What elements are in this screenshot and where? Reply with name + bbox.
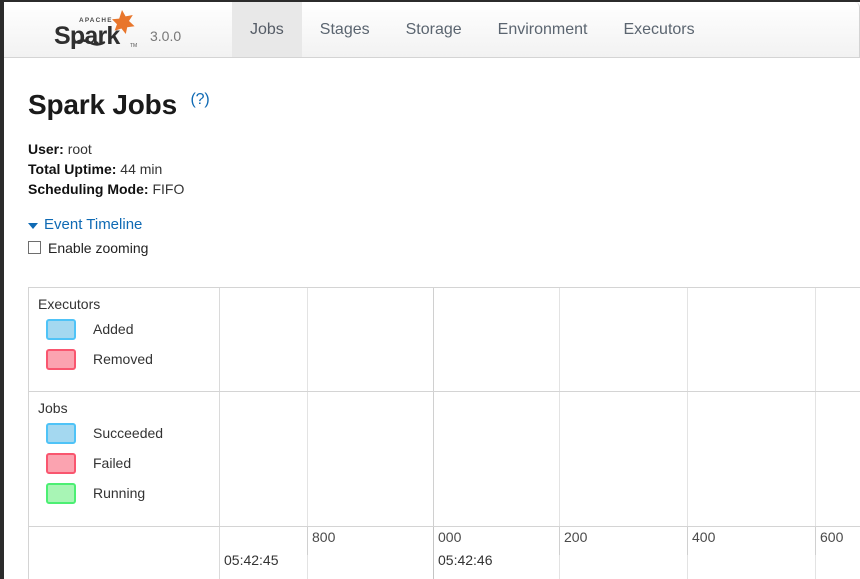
summary-key: User: <box>28 140 64 157</box>
tab-executors[interactable]: Executors <box>605 2 712 57</box>
event-timeline-toggle-label: Event Timeline <box>44 215 143 233</box>
spark-logo-icon[interactable]: APACHE Spark TM <box>46 8 141 52</box>
summary-value: FIFO <box>152 180 185 197</box>
summary-value: 44 min <box>120 160 163 177</box>
page-title-text: Spark Jobs <box>28 89 177 120</box>
tab-environment[interactable]: Environment <box>480 2 606 57</box>
legend-group-title: Executors <box>38 296 101 312</box>
nav-tabs: Jobs Stages Storage Environment Executor… <box>232 2 713 57</box>
event-timeline-toggle[interactable]: Event Timeline <box>28 216 836 234</box>
swatch-removed-icon <box>46 348 76 370</box>
axis-minor-label: 800 <box>312 529 336 545</box>
job-summary: User: root Total Uptime: 44 min Scheduli… <box>28 139 836 199</box>
enable-zooming-row[interactable]: Enable zooming <box>28 239 836 257</box>
main-content: Spark Jobs (?) User: root Total Uptime: … <box>4 58 860 257</box>
tab-stages[interactable]: Stages <box>302 2 388 57</box>
enable-zooming-label: Enable zooming <box>48 239 149 256</box>
legend-item-added: Added <box>35 314 219 344</box>
summary-key: Total Uptime: <box>28 160 117 177</box>
axis-major-label: 05:42:46 <box>438 552 493 568</box>
swatch-added-icon <box>46 318 76 340</box>
swatch-failed-icon <box>46 452 76 474</box>
legend-item-removed: Removed <box>35 344 219 374</box>
event-timeline[interactable]: Executors Added Removed Jobs Succeeded F… <box>28 287 860 579</box>
legend-item-label: Running <box>93 485 146 501</box>
svg-text:Spark: Spark <box>54 22 120 50</box>
navbar: APACHE Spark TM 3.0.0 Jobs Stages Storag… <box>4 2 860 58</box>
timeline-group-executors: Executors Added Removed <box>29 288 860 392</box>
legend-item-label: Added <box>93 321 134 337</box>
legend-item-failed: Failed <box>35 448 219 478</box>
swatch-succeeded-icon <box>46 422 76 444</box>
tab-jobs[interactable]: Jobs <box>232 2 302 57</box>
axis-minor-label: 600 <box>820 529 844 545</box>
tab-storage[interactable]: Storage <box>388 2 480 57</box>
enable-zooming-checkbox[interactable] <box>28 241 41 255</box>
page-title: Spark Jobs (?) <box>28 89 836 121</box>
legend-jobs: Jobs Succeeded Failed Running <box>35 392 219 508</box>
help-link[interactable]: (?) <box>191 91 210 108</box>
swatch-running-icon <box>46 482 76 504</box>
spark-version-label: 3.0.0 <box>150 27 182 44</box>
axis-minor-label: 400 <box>692 529 716 545</box>
axis-minor-label: 200 <box>564 529 588 545</box>
timeline-axis: 800 000 200 400 600 05:42:45 05:42:46 <box>29 527 860 579</box>
legend-item-label: Succeeded <box>93 425 164 441</box>
summary-value: root <box>67 140 92 157</box>
legend-item-label: Removed <box>93 351 153 367</box>
legend-group-title: Jobs <box>38 400 68 416</box>
summary-row-scheduling-mode: Scheduling Mode: FIFO <box>28 179 836 199</box>
summary-key: Scheduling Mode: <box>28 180 149 197</box>
browser-page: APACHE Spark TM 3.0.0 Jobs Stages Storag… <box>0 0 860 579</box>
axis-minor-label: 000 <box>438 529 462 545</box>
legend-item-running: Running <box>35 478 219 508</box>
axis-major-label: 05:42:45 <box>224 552 279 568</box>
legend-item-succeeded: Succeeded <box>35 418 219 448</box>
summary-row-user: User: root <box>28 139 836 159</box>
timeline-group-jobs: Jobs Succeeded Failed Running <box>29 392 860 527</box>
spark-brand[interactable]: APACHE Spark TM 3.0.0 <box>4 2 232 57</box>
legend-item-label: Failed <box>93 455 132 471</box>
summary-row-uptime: Total Uptime: 44 min <box>28 159 836 179</box>
legend-executors: Executors Added Removed <box>35 288 219 374</box>
svg-text:TM: TM <box>130 43 137 49</box>
chevron-down-icon <box>28 222 38 229</box>
